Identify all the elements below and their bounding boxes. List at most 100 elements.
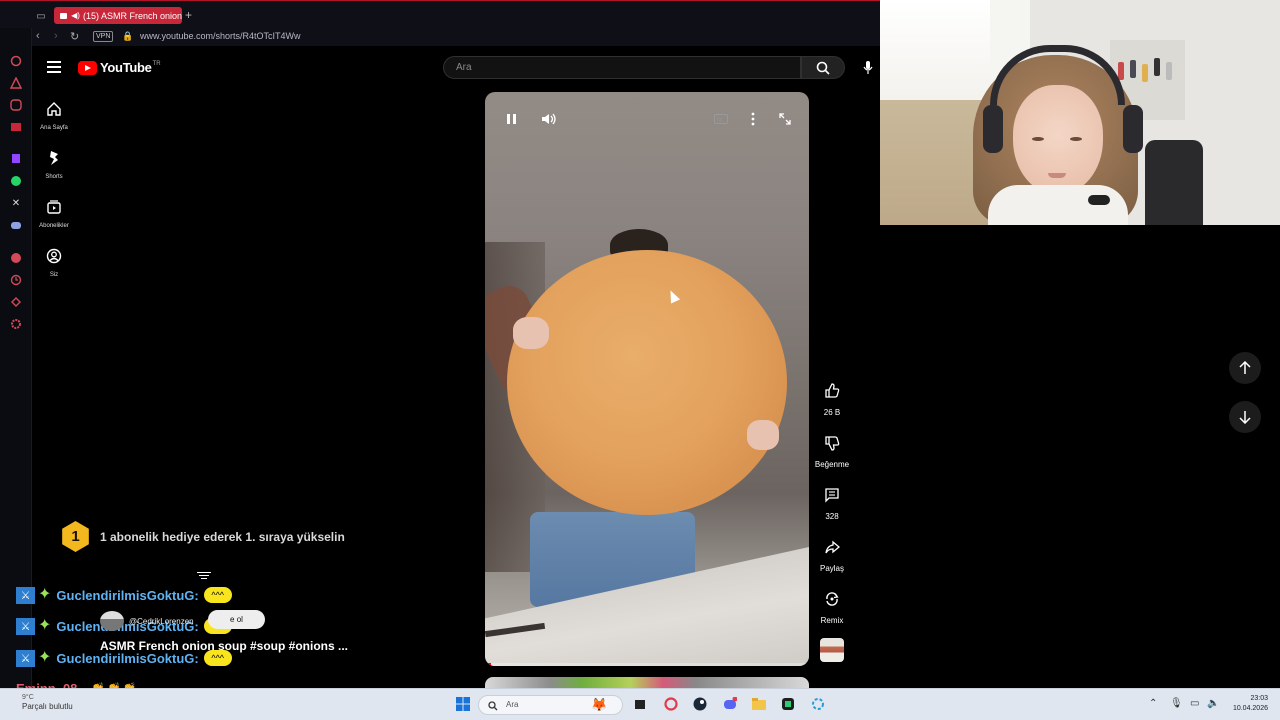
discord-icon[interactable]	[9, 218, 23, 232]
webcam-eye	[1070, 137, 1082, 141]
webcam-shirt	[988, 185, 1128, 225]
next-short-preview[interactable]	[485, 677, 809, 688]
clock-date: 10.04.2026	[1232, 705, 1268, 712]
sub-gift-goal: 1 1 abonelik hediye ederek 1. sıraya yük…	[60, 521, 345, 552]
weather-temp: 9°C	[22, 694, 34, 701]
volume-button[interactable]	[535, 108, 563, 130]
nav-shorts[interactable]: Shorts	[32, 150, 76, 180]
address-bar: ‹ › ↻ VPN 🔒 www.youtube.com/shorts/R4tOT…	[32, 28, 880, 46]
history-icon[interactable]	[9, 54, 23, 68]
chat-emote: ^^^	[203, 587, 232, 603]
you-icon	[46, 248, 62, 264]
instagram-icon[interactable]	[9, 98, 23, 112]
discord-icon[interactable]	[722, 696, 738, 712]
tray-mic-icon[interactable]: 🎙	[1170, 698, 1183, 709]
comment-icon	[825, 488, 839, 503]
pause-button[interactable]	[497, 108, 525, 130]
video-progress-bar[interactable]	[485, 663, 809, 666]
forward-button[interactable]: ›	[54, 30, 58, 42]
rank-badge: 1	[62, 521, 89, 552]
moderator-badge-icon: ⚔	[16, 649, 35, 667]
steam-icon[interactable]	[692, 696, 708, 712]
chat-emote: ^^^	[203, 650, 232, 666]
windows-start-icon[interactable]	[455, 696, 471, 712]
previous-short-button[interactable]	[1229, 352, 1261, 384]
more-options-button[interactable]	[739, 108, 767, 130]
comments-button[interactable]: 328	[812, 481, 852, 521]
share-label: Paylaş	[819, 564, 844, 573]
system-clock[interactable]: 23:03 10.04.2026	[1224, 694, 1268, 714]
captions-button[interactable]: cc	[707, 108, 735, 130]
twitch-icon[interactable]	[9, 152, 23, 166]
clock-icon[interactable]	[9, 273, 23, 287]
share-button[interactable]: Paylaş	[812, 533, 852, 573]
short-channel-avatar[interactable]	[100, 611, 124, 631]
network-app-icon[interactable]	[810, 696, 826, 712]
tray-volume-icon[interactable]: 🔈	[1207, 698, 1219, 709]
reload-button[interactable]: ↻	[70, 30, 79, 43]
short-channel-handle[interactable]: @CedrikLorenzen	[129, 617, 194, 626]
search-icon	[488, 701, 498, 711]
video-hand-left	[513, 317, 549, 349]
gmail-icon[interactable]	[9, 120, 23, 134]
volume-icon	[542, 113, 556, 125]
nav-home[interactable]: Ana Sayfa	[32, 101, 76, 131]
tray-display-icon[interactable]: ▭	[1190, 698, 1199, 709]
tab-active[interactable]: ◀) (15) ASMR French onion	[54, 7, 182, 24]
channel-avatar[interactable]	[820, 638, 844, 662]
thumbs-up-icon	[825, 383, 840, 398]
nav-subscriptions-label: Abonelikler	[39, 223, 69, 229]
dislike-label: Beğenme	[814, 460, 850, 469]
chat-message: ⚔ ✦ GuclendirilmisGoktuG: ^^^	[16, 648, 232, 668]
short-channel-info[interactable]: @CedrikLorenzen	[100, 611, 194, 631]
webcam-overlay	[880, 0, 1280, 225]
youtube-logo[interactable]: YouTube TR	[78, 60, 161, 75]
app-icon[interactable]	[780, 696, 796, 712]
url-field[interactable]: www.youtube.com/shorts/R4tOTcIT4Ww	[140, 31, 301, 41]
dislike-button[interactable]: Beğenme	[812, 429, 852, 469]
file-explorer-icon[interactable]	[751, 696, 767, 712]
verified-badge-icon: ✦	[38, 586, 52, 603]
headphone-earcup	[983, 105, 1003, 153]
search-button[interactable]	[801, 56, 845, 79]
voice-search-button[interactable]	[855, 56, 880, 79]
like-count: 26 B	[823, 408, 841, 417]
nav-subscriptions[interactable]: Abonelikler	[32, 199, 76, 229]
extensions-icon[interactable]	[9, 295, 23, 309]
opera-gx-icon[interactable]	[663, 696, 679, 712]
captions-icon: cc	[714, 114, 728, 124]
fullscreen-icon	[779, 113, 791, 125]
webcam-chair	[1145, 140, 1203, 225]
weather-widget[interactable]: 9°C Parçalı bulutlu	[22, 693, 73, 711]
arrow-down-icon	[1239, 411, 1251, 424]
task-view-icon[interactable]	[632, 696, 648, 712]
search-icon	[816, 61, 830, 75]
whatsapp-icon[interactable]	[9, 174, 23, 188]
svg-text:cc: cc	[717, 118, 723, 124]
fullscreen-button[interactable]	[771, 108, 799, 130]
next-short-button[interactable]	[1229, 401, 1261, 433]
new-tab-button[interactable]: +	[185, 8, 192, 22]
tab-menu-icon[interactable]: ▭	[34, 9, 48, 23]
back-button[interactable]: ‹	[36, 30, 40, 42]
x-icon[interactable]: ✕	[9, 196, 23, 210]
short-video-player[interactable]: cc	[485, 92, 809, 666]
webcam-eye	[1032, 137, 1044, 141]
subscribe-button[interactable]: e ol	[208, 610, 265, 629]
webcam-bottle	[1166, 62, 1172, 80]
settings-icon[interactable]	[9, 317, 23, 331]
like-button[interactable]: 26 B	[812, 377, 852, 417]
aria-icon[interactable]	[9, 76, 23, 90]
chat-username: GuclendirilmisGoktuG:	[56, 650, 199, 666]
tray-expand-icon[interactable]: ⌃	[1149, 698, 1157, 709]
taskbar-search[interactable]: Ara 🦊	[478, 695, 623, 715]
nav-you[interactable]: Siz	[32, 248, 76, 278]
hamburger-menu-icon[interactable]	[47, 61, 61, 76]
spotify-icon[interactable]	[9, 251, 23, 265]
webcam-bottle	[1130, 60, 1136, 78]
comment-count: 328	[825, 512, 839, 521]
remix-button[interactable]: Remix	[812, 585, 852, 625]
taskbar-search-placeholder: Ara	[506, 700, 519, 709]
vpn-badge[interactable]: VPN	[93, 31, 114, 42]
search-input[interactable]: Ara	[443, 56, 801, 79]
